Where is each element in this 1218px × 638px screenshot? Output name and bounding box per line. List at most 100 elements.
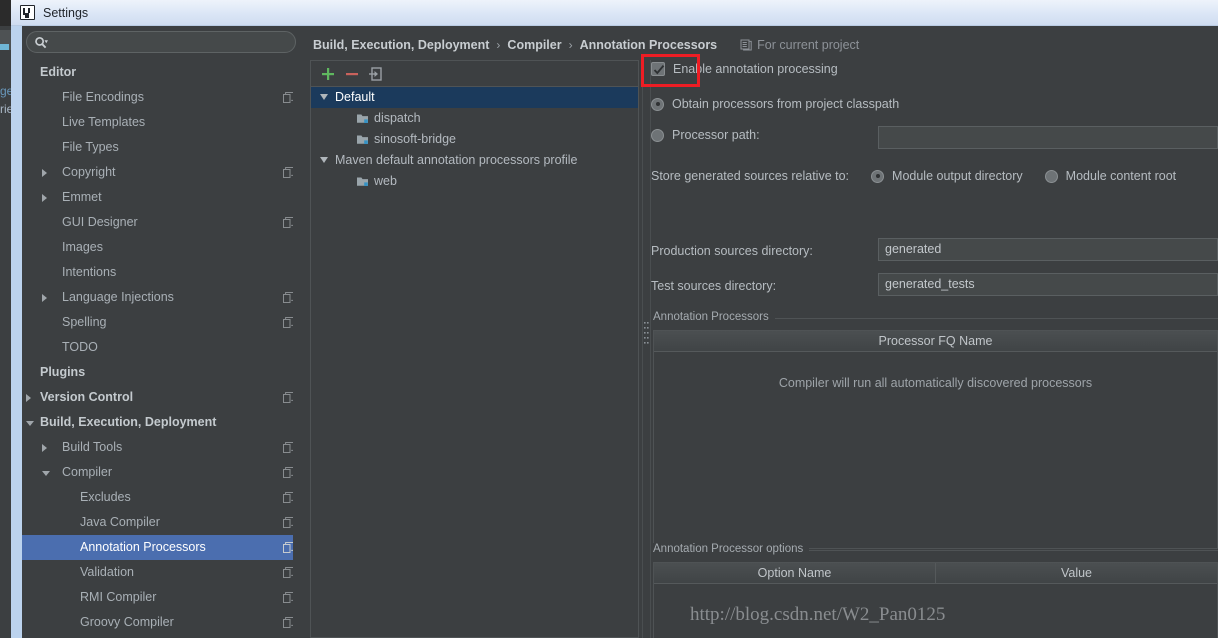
sidebar-item-gui-designer[interactable]: GUI Designer [22,210,302,235]
sidebar-item-label: Emmet [62,190,102,204]
profile-node[interactable]: Default [311,87,638,108]
ide-highlight-sliver [0,44,9,50]
search-icon [35,36,48,49]
sidebar-item-label: Build Tools [62,440,123,454]
profiles-tree[interactable]: Default dispatch sinosoft-bridge Maven defa… [310,86,639,638]
enable-annotation-processing-label: Enable annotation processing [673,62,838,76]
sidebar-item-live-templates[interactable]: Live Templates [22,110,302,135]
module-node[interactable]: web [311,171,638,192]
sidebar-item-validation[interactable]: Validation [22,560,302,585]
sidebar-item-editor[interactable]: Editor [22,60,302,85]
processors-table[interactable]: Processor FQ Name Compiler will run all … [653,330,1218,549]
sidebar-item-file-encodings[interactable]: File Encodings [22,85,302,110]
settings-content: Build, Execution, Deployment › Compiler … [303,26,1218,638]
sidebar-item-label: Version Control [40,390,134,404]
breadcrumb-separator-0: › [496,38,501,52]
sidebar-item-rmi-compiler[interactable]: RMI Compiler [22,585,302,610]
sidebar-item-label: Java Compiler [80,515,160,529]
profile-node[interactable]: Maven default annotation processors prof… [311,150,638,171]
module-icon [357,177,368,186]
test-sources-input[interactable]: generated_tests [878,273,1218,296]
sidebar-item-compiler[interactable]: Compiler [22,460,302,485]
processor-path-radio[interactable] [651,128,664,142]
options-column-value[interactable]: Value [935,563,1217,583]
search-box[interactable] [26,31,296,53]
search-input[interactable] [53,32,287,52]
sidebar-item-groovy-compiler[interactable]: Groovy Compiler [22,610,302,635]
sidebar-item-label: Spelling [62,315,107,329]
plus-icon [322,67,334,80]
processor-options-table[interactable]: Option Name Value No processor-specific … [653,562,1218,638]
enable-annotation-processing-checkbox[interactable] [651,62,665,76]
chevron-down-icon[interactable] [26,421,34,430]
sidebar-item-copyright[interactable]: Copyright [22,160,302,185]
remove-profile-button[interactable] [342,64,362,84]
module-output-directory-option[interactable]: Module output directory [871,169,1023,183]
sidebar-item-label: RMI Compiler [80,590,157,604]
chevron-down-icon[interactable] [320,94,328,100]
sidebar-item-build-tools[interactable]: Build Tools [22,435,302,460]
chevron-right-icon[interactable] [42,294,47,302]
breadcrumb-separator-1: › [568,38,573,52]
add-profile-button[interactable] [318,64,338,84]
sidebar-item-images[interactable]: Images [22,235,302,260]
breadcrumb-item-1[interactable]: Compiler [507,38,561,52]
move-to-profile-button[interactable] [366,64,386,84]
breadcrumb: Build, Execution, Deployment › Compiler … [313,36,859,54]
chevron-right-icon[interactable] [42,169,47,177]
sidebar-item-label: TODO [62,340,98,354]
panel-splitter[interactable] [642,60,651,638]
profile-label: Default [335,90,375,104]
settings-category-tree[interactable]: Editor File Encodings Live Templates File T… [22,60,302,638]
sidebar-item-label: Intentions [62,265,117,279]
sidebar-item-spelling[interactable]: Spelling [22,310,302,335]
sidebar-item-language-injections[interactable]: Language Injections [22,285,302,310]
chevron-down-icon[interactable] [42,471,50,480]
chevron-right-icon[interactable] [42,444,47,452]
processors-column-fq-name[interactable]: Processor FQ Name [654,331,1217,351]
breadcrumb-item-0[interactable]: Build, Execution, Deployment [313,38,489,52]
processors-table-header: Processor FQ Name [654,331,1217,352]
chevron-right-icon[interactable] [26,394,31,402]
processor-path-input[interactable] [878,126,1218,149]
sidebar-item-build-execution-deployment[interactable]: Build, Execution, Deployment [22,410,302,435]
processor-path-row[interactable]: Processor path: [651,128,760,142]
production-sources-input[interactable]: generated [878,238,1218,261]
obtain-from-classpath-label: Obtain processors from project classpath [672,97,900,111]
options-column-option-name[interactable]: Option Name [654,563,935,583]
sidebar-item-file-types[interactable]: File Types [22,135,302,160]
scope-indicator: For current project [740,38,859,52]
module-node[interactable]: sinosoft-bridge [311,129,638,150]
enable-annotation-processing-row[interactable]: Enable annotation processing [641,54,838,87]
sidebar-item-annotation-processors[interactable]: Annotation Processors [22,535,302,560]
obtain-from-classpath-row[interactable]: Obtain processors from project classpath [651,97,899,111]
sidebar-item-intentions[interactable]: Intentions [22,260,302,285]
sidebar-item-emmet[interactable]: Emmet [22,185,302,210]
ide-editor-text-fragment-2: rie [0,102,11,116]
processor-path-label: Processor path: [672,128,760,142]
module-content-root-radio[interactable] [1044,169,1058,183]
search-field-wrapper[interactable] [26,31,296,53]
module-label: web [374,174,397,188]
sidebar-item-version-control[interactable]: Version Control [22,385,302,410]
annotation-processor-settings-pane: Enable annotation processing Obtain proc… [641,54,1218,638]
chevron-right-icon[interactable] [42,194,47,202]
sidebar-item-label: Annotation Processors [80,540,206,554]
sidebar-item-excludes[interactable]: Excludes [22,485,302,510]
sidebar-item-label: Excludes [80,490,131,504]
chevron-down-icon[interactable] [320,157,328,163]
sidebar-item-java-compiler[interactable]: Java Compiler [22,510,302,535]
window-title: Settings [43,5,89,20]
settings-sidebar: Editor File Encodings Live Templates File T… [22,26,572,638]
module-output-directory-radio[interactable] [871,169,885,183]
sidebar-item-todo[interactable]: TODO [22,335,302,360]
window-titlebar[interactable]: Settings [11,0,1218,26]
module-label: dispatch [374,111,421,125]
sidebar-item-plugins[interactable]: Plugins [22,360,302,385]
obtain-from-classpath-radio[interactable] [651,97,664,111]
module-node[interactable]: dispatch [311,108,638,129]
sidebar-item-label: Groovy Compiler [80,615,174,629]
sidebar-scrollbar-track[interactable] [293,60,572,638]
sidebar-item-label: Editor [40,65,77,79]
module-content-root-option[interactable]: Module content root [1044,169,1176,183]
